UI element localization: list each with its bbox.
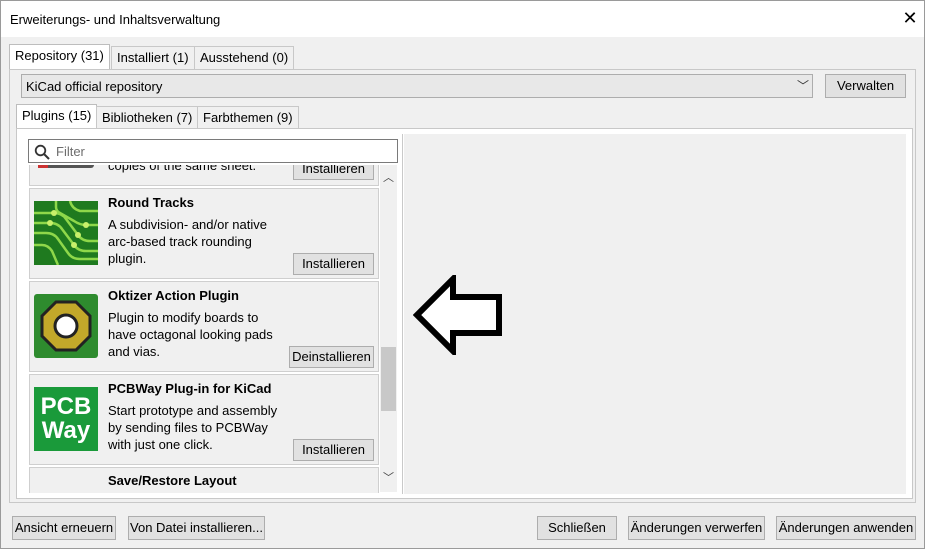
plugin-list: copies of the same sheet. Installieren R… — [28, 165, 380, 493]
pcbway-logo: PCB Way — [34, 387, 98, 451]
plugin-card[interactable]: copies of the same sheet. Installieren — [29, 165, 379, 186]
pcbway-logo-text: PCB Way — [40, 393, 92, 444]
search-field[interactable]: Filter — [28, 139, 398, 163]
plugin-title: PCBWay Plug-in for KiCad — [108, 381, 272, 396]
apply-changes-button[interactable]: Änderungen anwenden — [776, 516, 916, 540]
plugin-card[interactable]: Oktizer Action Plugin Plugin to modify b… — [29, 281, 379, 372]
tab-repository[interactable]: Repository (31) — [9, 44, 110, 70]
search-icon — [34, 144, 50, 160]
tab-installed[interactable]: Installiert (1) — [111, 46, 195, 70]
install-from-file-button[interactable]: Von Datei installieren... — [128, 516, 265, 540]
install-button[interactable]: Installieren — [293, 439, 374, 461]
scrollbar-thumb[interactable] — [381, 347, 396, 411]
plugin-description: A subdivision- and/or native arc-based t… — [108, 217, 267, 266]
plugin-description: Start prototype and assembly by sending … — [108, 403, 278, 452]
plugin-title: Oktizer Action Plugin — [108, 288, 239, 303]
install-button[interactable]: Installieren — [293, 253, 374, 275]
window-title: Erweiterungs- und Inhaltsverwaltung — [10, 12, 221, 27]
octagon-pad-icon — [34, 294, 98, 358]
tab-libraries[interactable]: Bibliotheken (7) — [96, 106, 199, 130]
manage-button[interactable]: Verwalten — [825, 74, 906, 98]
refresh-view-button[interactable]: Ansicht erneuern — [12, 516, 116, 540]
plugin-icon — [34, 165, 98, 170]
dialog-window: Erweiterungs- und Inhaltsverwaltung ✕ Re… — [0, 0, 925, 549]
close-button[interactable]: Schließen — [537, 516, 617, 540]
discard-changes-button[interactable]: Änderungen verwerfen — [628, 516, 765, 540]
scroll-up-icon[interactable]: ︿ — [380, 169, 397, 185]
repository-select[interactable]: KiCad official repository ﹀ — [21, 74, 813, 98]
title-bar: Erweiterungs- und Inhaltsverwaltung ✕ — [1, 1, 924, 37]
repository-select-value: KiCad official repository — [26, 79, 163, 94]
splitter[interactable] — [402, 134, 403, 494]
plugin-description: copies of the same sheet. — [108, 165, 257, 173]
plugin-card[interactable]: PCB Way PCBWay Plug-in for KiCad Start p… — [29, 374, 379, 465]
tab-color-themes[interactable]: Farbthemen (9) — [197, 106, 299, 130]
scroll-down-icon[interactable]: ﹀ — [380, 469, 397, 485]
plugin-list-scrollbar[interactable]: ︿ ﹀ — [380, 165, 397, 492]
chevron-down-icon: ﹀ — [796, 79, 809, 93]
plugin-card[interactable]: Round Tracks A subdivision- and/or nativ… — [29, 188, 379, 279]
tab-pending[interactable]: Ausstehend (0) — [194, 46, 295, 70]
plugin-title: Save/Restore Layout — [108, 473, 237, 488]
plugin-card[interactable]: Save/Restore Layout — [29, 467, 379, 493]
uninstall-button[interactable]: Deinstallieren — [289, 346, 374, 368]
plugin-title: Round Tracks — [108, 195, 194, 210]
tab-plugins[interactable]: Plugins (15) — [16, 104, 98, 130]
pcb-traces-icon — [34, 200, 98, 266]
close-icon[interactable]: ✕ — [899, 7, 921, 29]
install-button[interactable]: Installieren — [293, 165, 374, 180]
search-placeholder: Filter — [56, 144, 85, 159]
arrow-left-icon — [413, 275, 502, 355]
plugin-description: Plugin to modify boards to have octagona… — [108, 310, 273, 359]
